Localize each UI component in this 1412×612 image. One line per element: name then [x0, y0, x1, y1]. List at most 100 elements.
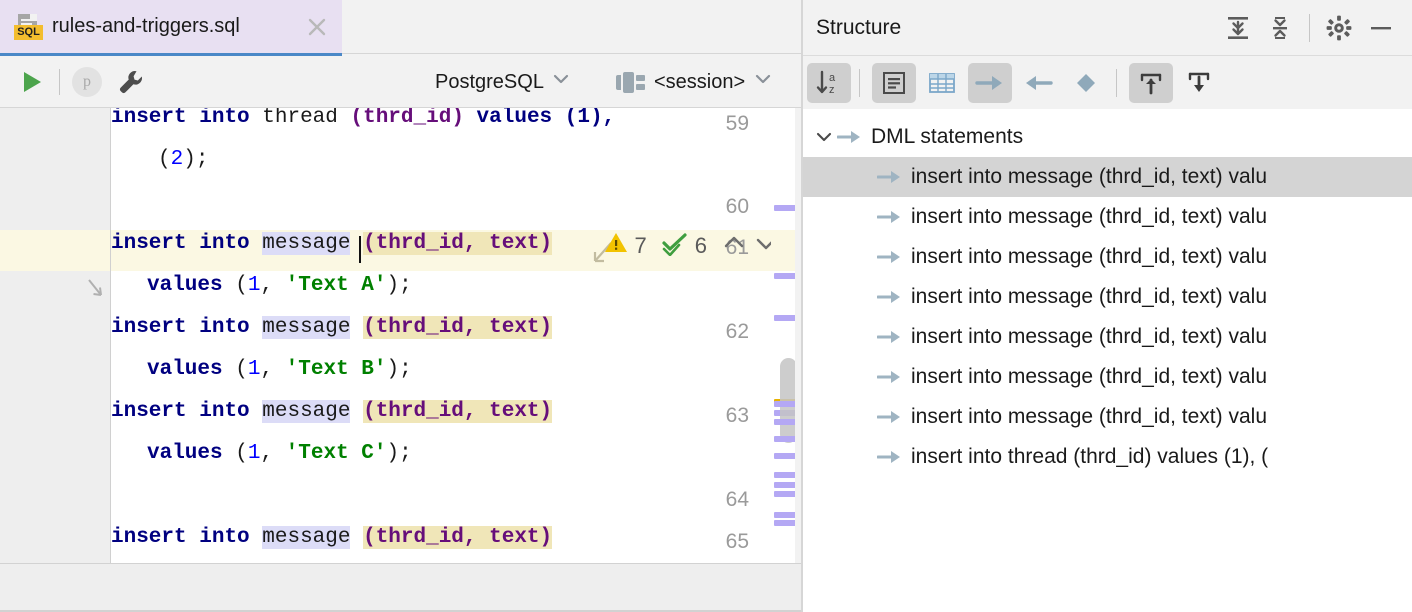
- paren-open-59b: (: [158, 148, 171, 171]
- session-icon: [616, 72, 645, 93]
- kw-into-65: into: [199, 526, 249, 549]
- editor-tab-rules-and-triggers[interactable]: SQL rules-and-triggers.sql: [0, 0, 342, 53]
- session-label: <session>: [654, 71, 745, 94]
- num-1-63: 1: [248, 442, 261, 465]
- code-line-62-cont: values (1, 'Text B');: [111, 358, 412, 381]
- statement-arrow-icon: [877, 328, 903, 346]
- show-statements-icon[interactable]: [872, 63, 916, 103]
- tab-strip-divider: [342, 53, 801, 54]
- tree-item-label: insert into thread (thrd_id) values (1),…: [911, 445, 1268, 469]
- code-line-59-cont: (2);: [111, 148, 208, 171]
- ok-count: 6: [695, 233, 707, 259]
- gear-icon[interactable]: [1318, 7, 1360, 49]
- warning-triangle-icon[interactable]: [603, 230, 629, 262]
- kw-insert-63: insert: [111, 400, 187, 423]
- code-line-61-cont: values (1, 'Text A');: [111, 274, 412, 297]
- editor-footer: [0, 564, 801, 611]
- tree-root-label: DML statements: [871, 125, 1023, 149]
- header-divider: [1309, 14, 1310, 42]
- tree-item-1[interactable]: insert into message (thrd_id, text) valu: [803, 197, 1412, 237]
- str-text-b: 'Text B': [286, 358, 387, 381]
- tree-item-6[interactable]: insert into message (thrd_id, text) valu: [803, 397, 1412, 437]
- close-icon[interactable]: [306, 16, 328, 38]
- tree-node-dml-statements[interactable]: DML statements: [803, 117, 1412, 157]
- green-double-check-icon[interactable]: [661, 230, 689, 262]
- inspection-widget[interactable]: 7 6: [603, 230, 780, 262]
- warning-count: 7: [635, 233, 647, 259]
- tree-item-label: insert into message (thrd_id, text) valu: [911, 285, 1267, 309]
- tab-filename: rules-and-triggers.sql: [52, 15, 240, 38]
- cols-message-62: (thrd_id, text): [363, 316, 552, 339]
- table-message-65: message: [262, 526, 350, 549]
- tree-item-label: insert into message (thrd_id, text) valu: [911, 165, 1267, 189]
- minimize-icon[interactable]: [1360, 7, 1402, 49]
- wrench-icon[interactable]: [114, 67, 148, 97]
- line-number-gutter[interactable]: [0, 108, 110, 563]
- table-message-63: message: [262, 400, 350, 423]
- session-selector[interactable]: <session>: [616, 70, 772, 94]
- structure-header-actions: [1217, 0, 1402, 56]
- editor-body[interactable]: 59 60 61 62 63 64 65 insert into thread …: [0, 108, 801, 563]
- toolbar-divider: [1116, 69, 1117, 97]
- structure-pane: Structure: [803, 0, 1412, 612]
- chevron-down-icon: [552, 70, 570, 94]
- editor-toolbar: p PostgreSQL <session>: [0, 56, 801, 108]
- statement-arrow-icon: [877, 288, 903, 306]
- ide-window: SQL rules-and-triggers.sql p: [0, 0, 1412, 612]
- navigate-forward-icon[interactable]: [968, 63, 1012, 103]
- dialect-label: PostgreSQL: [435, 71, 544, 94]
- kw-insert-62: insert: [111, 316, 187, 339]
- code-line-63-cont: values (1, 'Text C');: [111, 442, 412, 465]
- soft-wrap-gutter-icon: [84, 276, 106, 307]
- sql-badge-label: SQL: [14, 25, 43, 40]
- str-text-c: 'Text C': [286, 442, 387, 465]
- tree-item-3[interactable]: insert into message (thrd_id, text) valu: [803, 277, 1412, 317]
- table-thread-59: thread: [262, 108, 338, 129]
- tree-item-label: insert into message (thrd_id, text) valu: [911, 205, 1267, 229]
- code-line-59: insert into thread (thrd_id) values (1),: [111, 108, 615, 129]
- scroll-to-source-icon[interactable]: [1177, 63, 1221, 103]
- text-caret: [359, 236, 361, 263]
- cols-message-65: (thrd_id, text): [363, 526, 552, 549]
- chevron-down-icon[interactable]: [811, 127, 837, 147]
- statement-arrow-icon: [837, 128, 863, 146]
- sort-alphabetically-icon[interactable]: a z: [807, 63, 851, 103]
- structure-toolbar: a z: [803, 56, 1412, 109]
- navigate-back-icon[interactable]: [1016, 63, 1060, 103]
- caret-line-gutter-highlight-top: [0, 230, 110, 271]
- collapse-all-icon[interactable]: [1259, 7, 1301, 49]
- show-tables-icon[interactable]: [920, 63, 964, 103]
- statement-arrow-icon: [877, 208, 903, 226]
- profile-icon[interactable]: p: [72, 67, 102, 97]
- tree-item-label: insert into message (thrd_id, text) valu: [911, 325, 1267, 349]
- num-1-61: 1: [248, 274, 261, 297]
- structure-header: Structure: [803, 0, 1412, 56]
- structure-title: Structure: [816, 16, 901, 40]
- tree-item-2[interactable]: insert into message (thrd_id, text) valu: [803, 237, 1412, 277]
- chevron-down-icon: [754, 70, 772, 94]
- tree-item-4[interactable]: insert into message (thrd_id, text) valu: [803, 317, 1412, 357]
- tree-item-0[interactable]: insert into message (thrd_id, text) valu: [803, 157, 1412, 197]
- run-icon[interactable]: [17, 67, 47, 97]
- code-line-61: insert into message (thrd_id, text): [111, 232, 552, 255]
- tree-item-label: insert into message (thrd_id, text) valu: [911, 405, 1267, 429]
- chevron-up-icon[interactable]: [721, 230, 747, 262]
- sql-file-icon: SQL: [14, 12, 44, 42]
- scroll-from-source-icon[interactable]: [1129, 63, 1173, 103]
- dialect-selector[interactable]: PostgreSQL: [435, 70, 570, 94]
- kw-values-62: values: [147, 358, 223, 381]
- tree-item-label: insert into message (thrd_id, text) valu: [911, 365, 1267, 389]
- statement-arrow-icon: [877, 408, 903, 426]
- svg-text:z: z: [829, 84, 835, 96]
- diamond-filter-icon[interactable]: [1064, 63, 1108, 103]
- code-line-63: insert into message (thrd_id, text): [111, 400, 552, 423]
- code-text[interactable]: insert into thread (thrd_id) values (1),…: [111, 108, 771, 563]
- tree-item-5[interactable]: insert into message (thrd_id, text) valu: [803, 357, 1412, 397]
- expand-all-icon[interactable]: [1217, 7, 1259, 49]
- tree-item-7[interactable]: insert into thread (thrd_id) values (1),…: [803, 437, 1412, 477]
- cols-message-63: (thrd_id, text): [363, 400, 552, 423]
- statement-arrow-icon: [877, 168, 903, 186]
- kw-into-63: into: [199, 400, 249, 423]
- editor-pane: SQL rules-and-triggers.sql p: [0, 0, 801, 612]
- structure-tree[interactable]: DML statements insert into message (thrd…: [803, 109, 1412, 612]
